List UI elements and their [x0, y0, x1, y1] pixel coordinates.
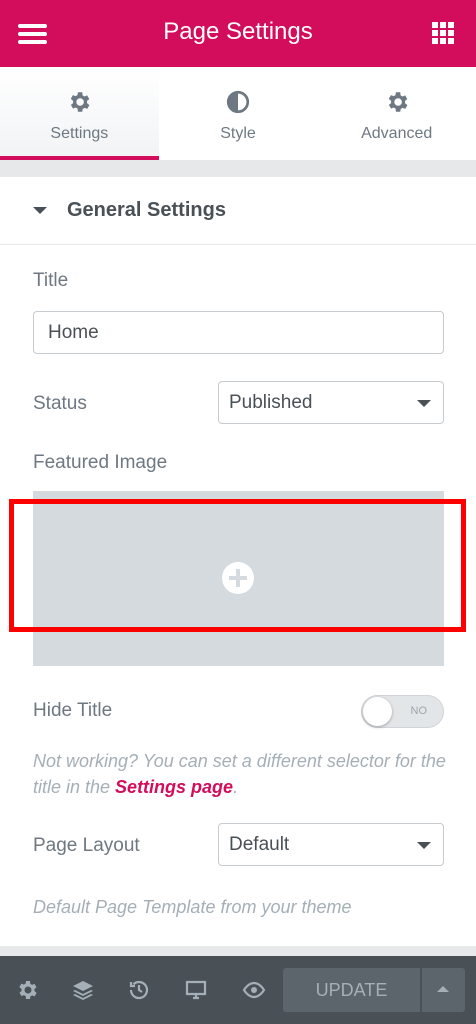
panel-title: Page Settings: [163, 18, 313, 45]
page-layout-description: Default Page Template from your theme: [33, 897, 352, 917]
title-input[interactable]: Home: [33, 311, 444, 354]
gear-icon: [388, 92, 408, 112]
update-options-button[interactable]: [422, 968, 465, 1012]
gear-icon: [71, 92, 90, 112]
featured-image-label: Featured Image: [33, 452, 168, 473]
section-title: General Settings: [67, 199, 226, 221]
tab-style-label: Style: [220, 125, 256, 142]
tab-settings[interactable]: Settings: [0, 67, 159, 160]
page-layout-label: Page Layout: [33, 835, 140, 856]
highlight-box: [9, 499, 466, 632]
hide-title-label: Hide Title: [33, 700, 113, 721]
tab-advanced[interactable]: Advanced: [317, 67, 476, 160]
hide-title-toggle[interactable]: NO: [361, 695, 444, 728]
chevron-down-icon: [417, 842, 431, 849]
settings-page-link[interactable]: Settings page: [115, 777, 233, 797]
page-layout-select[interactable]: Default: [218, 823, 444, 866]
gear-icon[interactable]: [15, 978, 39, 1002]
chevron-down-icon: [417, 400, 431, 407]
toggle-knob: [363, 697, 392, 726]
status-label: Status: [33, 393, 87, 414]
eye-icon[interactable]: [242, 978, 266, 1002]
hide-title-note-suffix: .: [233, 777, 239, 797]
tab-style[interactable]: Style: [159, 67, 318, 160]
panel-header: Page Settings: [0, 0, 476, 67]
update-button[interactable]: UPDATE: [283, 968, 420, 1012]
page-layout-value: Default: [229, 834, 290, 855]
panel-tabs: Settings Style Advanced: [0, 67, 476, 160]
title-label: Title: [33, 270, 69, 291]
tab-settings-label: Settings: [50, 125, 109, 142]
panel-footer: UPDATE: [0, 956, 476, 1024]
toggle-state-text: NO: [410, 705, 428, 717]
status-select[interactable]: Published: [218, 381, 444, 424]
layers-icon[interactable]: [71, 978, 95, 1002]
status-value: Published: [229, 392, 313, 413]
tab-advanced-label: Advanced: [361, 125, 433, 142]
section-header-general-settings[interactable]: General Settings: [0, 177, 476, 245]
hide-title-note: Not working? You can set a different sel…: [33, 748, 453, 800]
half-circle-icon: [226, 90, 250, 114]
widgets-grid-icon[interactable]: [432, 22, 454, 44]
hide-title-note-text: Not working? You can set a different sel…: [33, 751, 446, 797]
history-icon[interactable]: [127, 978, 151, 1002]
caret-down-icon: [33, 207, 47, 214]
desktop-icon[interactable]: [184, 978, 208, 1002]
